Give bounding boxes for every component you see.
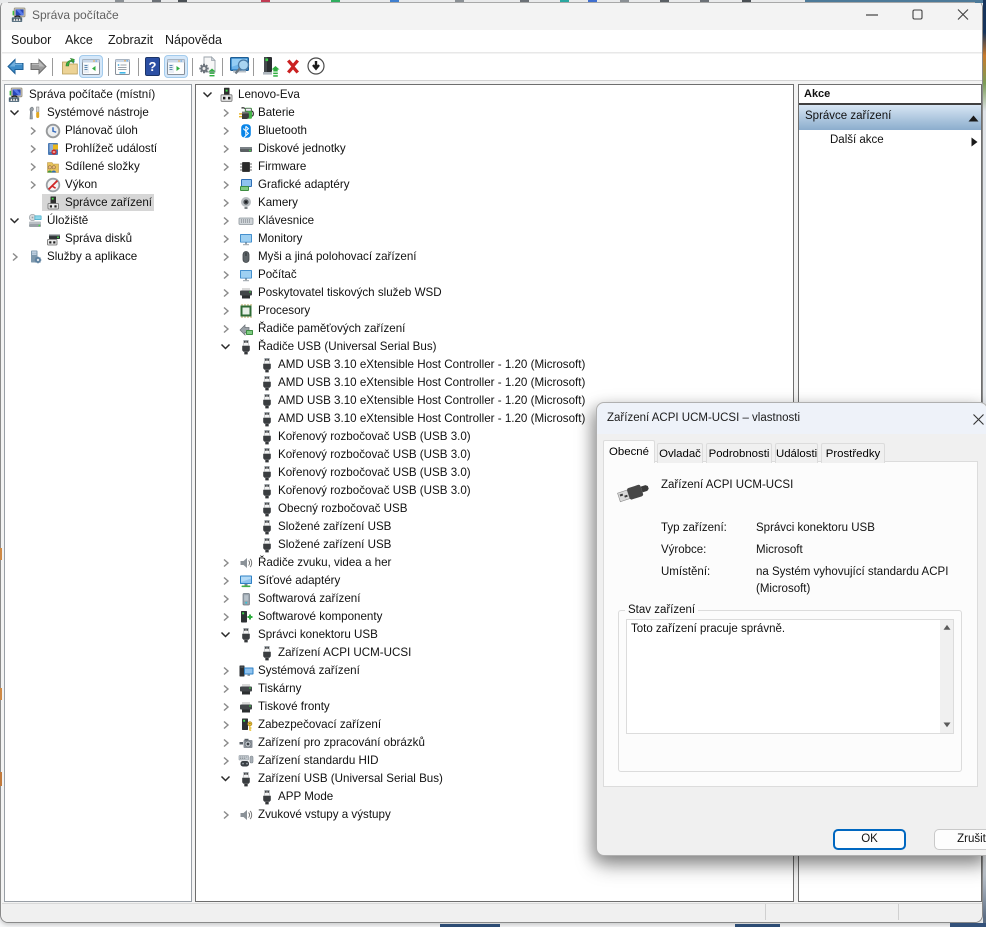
svg-text:?: ?	[149, 59, 157, 74]
